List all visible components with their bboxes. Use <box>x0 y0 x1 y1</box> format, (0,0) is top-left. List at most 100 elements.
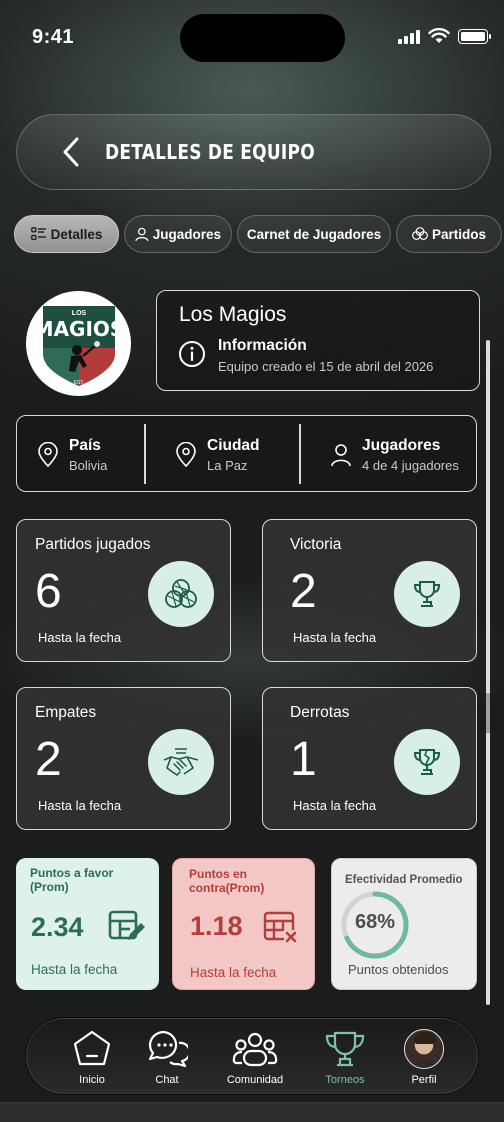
handshake-icon <box>163 748 199 776</box>
stat-icon-badge <box>394 561 460 627</box>
stat-card-wins: Victoria 2 Hasta la fecha <box>262 519 477 662</box>
stat-value: 2 <box>290 565 317 618</box>
status-time: 9:41 <box>32 26 75 48</box>
city-label: Ciudad <box>207 436 260 454</box>
logo-text-bottom: EST. <box>73 380 84 386</box>
stat-value: 6 <box>35 565 62 618</box>
tab-partidos[interactable]: Partidos <box>396 215 502 253</box>
players-item: Jugadores 4 de 4 jugadores <box>330 416 459 493</box>
info-subtitle: Equipo creado el 15 de abril del 2026 <box>218 359 434 374</box>
stat-label: Partidos jugados <box>35 536 151 553</box>
dynamic-island <box>180 14 345 62</box>
stat-label: Derrotas <box>290 704 350 721</box>
tab-bar: Detalles Jugadores Carnet de Jugadores P… <box>14 215 502 253</box>
nav-label: Chat <box>155 1074 179 1086</box>
back-button[interactable] <box>51 132 91 172</box>
team-info-card: Los Magios Información Equipo creado el … <box>156 290 480 391</box>
stat-icon-badge <box>148 561 214 627</box>
efficiency-card: Efectividad Promedio 68% Puntos obtenido… <box>331 858 477 990</box>
avatar <box>404 1029 444 1069</box>
tab-label: Partidos <box>431 226 486 242</box>
city-item: Ciudad La Paz <box>175 416 260 493</box>
community-icon <box>232 1032 278 1067</box>
nav-torneos[interactable]: Torneos <box>300 1019 390 1095</box>
location-pin-icon <box>176 441 196 467</box>
team-logo: LOS MAGIOS EST. <box>26 291 131 396</box>
stat-label: Empates <box>35 704 97 721</box>
bottom-navigation: Inicio Chat Comunidad Torneos Perfil <box>26 1018 478 1094</box>
stat-icon-badge <box>394 729 460 795</box>
nav-label: Inicio <box>79 1074 105 1086</box>
points-against-card: Puntos en contra(Prom) 1.18 Hasta la fec… <box>172 858 315 990</box>
stat-icon-badge <box>148 729 214 795</box>
home-icon <box>73 1030 111 1066</box>
stat-subtitle: Hasta la fecha <box>293 798 377 813</box>
points-for-subtitle: Hasta la fecha <box>31 962 118 977</box>
tab-label: Detalles <box>50 226 103 242</box>
table-edit-icon <box>108 910 145 940</box>
stat-value: 1 <box>290 733 317 786</box>
chevron-left-icon <box>63 137 79 167</box>
page-header: DETALLES DE EQUIPO <box>16 114 491 190</box>
stat-card-losses: Derrotas 1 Hasta la fecha <box>262 687 477 830</box>
country-item: País Bolivia <box>37 416 107 493</box>
info-title: Información <box>218 337 307 354</box>
points-for-card: Puntos a favor (Prom) 2.34 Hasta la fech… <box>16 858 159 990</box>
logo-text-top: LOS <box>71 310 86 317</box>
status-bar: 9:41 <box>0 0 504 76</box>
nav-comunidad[interactable]: Comunidad <box>210 1019 300 1095</box>
points-against-value: 1.18 <box>190 911 243 941</box>
table-remove-icon <box>263 911 298 944</box>
stat-value: 2 <box>35 733 62 786</box>
wifi-icon <box>428 28 450 43</box>
stat-card-played: Partidos jugados 6 Hasta la fecha <box>16 519 231 662</box>
scrollbar[interactable] <box>486 340 490 1005</box>
efficiency-subtitle: Puntos obtenidos <box>348 962 449 977</box>
tab-jugadores[interactable]: Jugadores <box>124 215 232 253</box>
scrollbar-gap <box>486 693 490 733</box>
points-against-title: Puntos en contra(Prom) <box>189 867 265 895</box>
country-value: Bolivia <box>69 457 108 473</box>
broken-trophy-icon <box>413 749 441 775</box>
balls-icon <box>412 227 428 240</box>
info-icon <box>179 341 205 367</box>
stat-subtitle: Hasta la fecha <box>38 630 122 645</box>
page-title: DETALLES DE EQUIPO <box>105 140 315 164</box>
balls-icon <box>165 579 197 608</box>
location-pin-icon <box>38 441 58 467</box>
signal-icon <box>398 28 420 44</box>
battery-icon <box>458 28 491 44</box>
efficiency-title: Efectividad Promedio <box>345 874 463 886</box>
divider <box>144 424 146 484</box>
nav-chat[interactable]: Chat <box>122 1019 212 1095</box>
city-value: La Paz <box>207 457 248 473</box>
tab-label: Jugadores <box>152 226 221 242</box>
logo-text-main: MAGIOS <box>33 317 124 341</box>
nav-label: Perfil <box>411 1074 437 1086</box>
tab-carnet-de-jugadores[interactable]: Carnet de Jugadores <box>237 215 391 253</box>
team-meta-card: País Bolivia Ciudad La Paz Jugadores 4 d… <box>16 415 477 492</box>
nav-perfil[interactable]: Perfil <box>379 1019 469 1095</box>
players-label: Jugadores <box>362 436 441 454</box>
bottom-edge <box>0 1102 504 1122</box>
points-against-subtitle: Hasta la fecha <box>190 965 277 980</box>
divider <box>299 424 301 484</box>
chat-icon <box>148 1030 188 1068</box>
stat-subtitle: Hasta la fecha <box>293 630 377 645</box>
tab-label: Carnet de Jugadores <box>246 226 382 242</box>
team-crest-icon: LOS MAGIOS EST. <box>33 305 124 386</box>
list-icon <box>30 227 46 241</box>
user-icon <box>135 227 149 241</box>
trophy-icon <box>413 581 441 607</box>
points-for-value: 2.34 <box>31 912 84 942</box>
points-for-title: Puntos a favor (Prom) <box>30 866 114 894</box>
stat-subtitle: Hasta la fecha <box>38 798 122 813</box>
players-value: 4 de 4 jugadores <box>362 457 459 473</box>
team-name: Los Magios <box>179 303 287 326</box>
efficiency-value: 68% <box>354 911 396 933</box>
stat-card-draws: Empates 2 Hasta la fecha <box>16 687 231 830</box>
user-icon <box>331 443 351 466</box>
status-icons <box>398 28 491 44</box>
stat-label: Victoria <box>290 536 342 553</box>
tab-detalles[interactable]: Detalles <box>14 215 119 253</box>
